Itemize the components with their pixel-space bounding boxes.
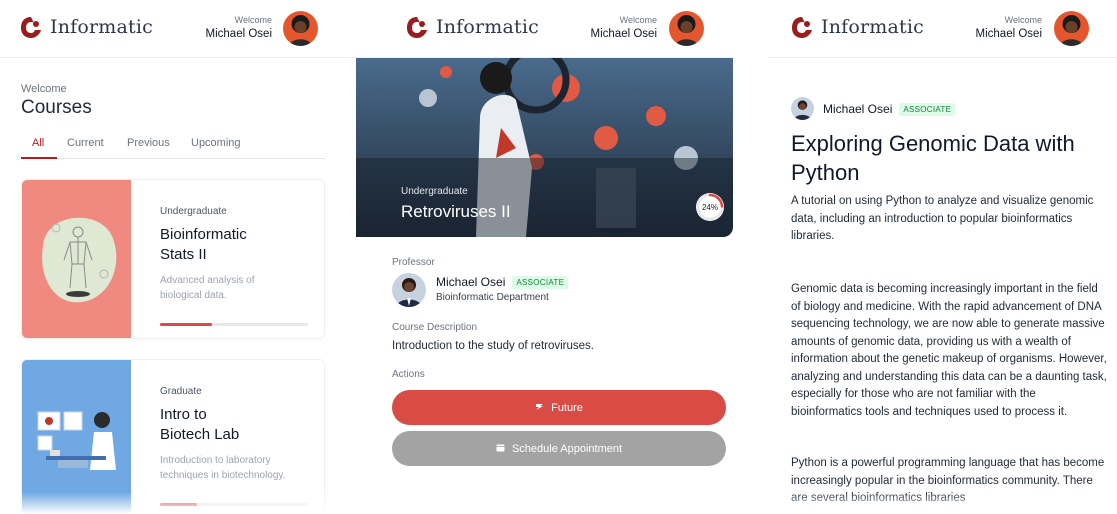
brand-name: Informatic: [821, 16, 924, 38]
brand-name: Informatic: [50, 16, 153, 38]
course-level: Undergraduate: [401, 186, 468, 197]
course-detail-screen: Informatic Welcome Michael Osei Undergra…: [348, 0, 733, 514]
avatar[interactable]: [283, 11, 318, 46]
informatic-logo-icon: [21, 17, 41, 38]
course-card-body: Graduate Intro to Biotech Lab Introducti…: [160, 386, 308, 483]
article-screen: Informatic Welcome Michael Osei Michael …: [768, 0, 1117, 514]
role-badge: ASSOCIATE: [512, 275, 569, 289]
article-title-line2: Python: [791, 160, 860, 185]
course-desc-line2: biological data.: [160, 290, 227, 301]
welcome-block: Welcome Michael Osei: [976, 15, 1042, 40]
course-progress-bar: [160, 323, 308, 326]
course-tabs: All Current Previous Upcoming: [21, 137, 325, 159]
course-title: Bioinformatic Stats II: [160, 225, 308, 265]
page-welcome: Welcome: [21, 83, 67, 95]
course-thumbnail: [22, 180, 131, 338]
professor-name-row: Michael Osei ASSOCIATE: [436, 275, 569, 289]
article-paragraph: Genomic data is becoming increasingly im…: [791, 283, 1107, 418]
course-card-body: Undergraduate Bioinformatic Stats II Adv…: [160, 206, 308, 303]
actions-label: Actions: [392, 369, 425, 380]
bottom-fade: [768, 492, 1117, 514]
author-row: Michael Osei ASSOCIATE: [823, 102, 956, 116]
schedule-appointment-button[interactable]: Schedule Appointment: [392, 431, 726, 466]
professor-avatar[interactable]: [392, 273, 426, 307]
author-name: Michael Osei: [823, 102, 893, 116]
brand[interactable]: Informatic: [791, 15, 924, 39]
course-description: Advanced analysis of biological data.: [160, 273, 308, 303]
tab-upcoming[interactable]: Upcoming: [191, 137, 241, 149]
future-button-label: Future: [551, 401, 583, 414]
app-header: Informatic Welcome Michael Osei: [768, 0, 1117, 58]
welcome-label: Welcome: [619, 15, 657, 25]
article-subtitle: A tutorial on using Python to analyze an…: [791, 195, 1094, 242]
informatic-logo-icon: [407, 17, 427, 38]
welcome-block: Welcome Michael Osei: [206, 15, 272, 40]
progress-ring: 24%: [694, 191, 726, 223]
welcome-label: Welcome: [234, 15, 272, 25]
brand[interactable]: Informatic: [20, 15, 153, 39]
course-title: Intro to Biotech Lab: [160, 405, 308, 445]
course-hero: Undergraduate Retroviruses II 24%: [356, 58, 733, 237]
calendar-icon: [496, 443, 505, 454]
course-title-line1: Bioinformatic: [160, 226, 247, 243]
course-desc-line2: techniques in biotechnology.: [160, 470, 286, 481]
professor-label: Professor: [392, 257, 435, 268]
course-title-line2: Stats II: [160, 246, 207, 263]
role-badge: ASSOCIATE: [899, 102, 956, 116]
course-title: Retroviruses II: [401, 202, 511, 221]
course-desc-line1: Introduction to laboratory: [160, 455, 271, 466]
article-title-line1: Exploring Genomic Data with: [791, 131, 1075, 156]
future-button[interactable]: Future: [392, 390, 726, 425]
professor-department: Bioinformatic Department: [436, 292, 549, 303]
course-description: Introduction to the study of retroviruse…: [392, 340, 594, 352]
user-name: Michael Osei: [590, 28, 657, 40]
avatar[interactable]: [1054, 11, 1089, 46]
course-title-line2: Biotech Lab: [160, 426, 240, 443]
bottom-fade: [348, 492, 733, 514]
professor-name: Michael Osei: [436, 275, 506, 289]
courses-screen: Informatic Welcome Michael Osei Welcome …: [0, 0, 348, 514]
course-card[interactable]: Undergraduate Bioinformatic Stats II Adv…: [21, 179, 325, 339]
active-tab-indicator: [21, 157, 57, 159]
course-desc-line1: Advanced analysis of: [160, 275, 255, 286]
app-header: Informatic Welcome Michael Osei: [348, 0, 733, 58]
course-description: Introduction to laboratory techniques in…: [160, 453, 308, 483]
brand[interactable]: Informatic: [406, 15, 539, 39]
panel-gutter-left: [733, 0, 768, 514]
welcome-block: Welcome Michael Osei: [591, 15, 657, 40]
user-name: Michael Osei: [205, 28, 272, 40]
user-name: Michael Osei: [975, 28, 1042, 40]
informatic-logo-icon: [792, 17, 812, 38]
schedule-button-label: Schedule Appointment: [511, 442, 623, 455]
article-title: Exploring Genomic Data with Python: [791, 129, 1111, 187]
page-title: Courses: [21, 97, 92, 118]
brand-name: Informatic: [436, 16, 539, 38]
course-level: Graduate: [160, 386, 202, 397]
course-title-line1: Intro to: [160, 406, 207, 423]
tab-all[interactable]: All: [32, 137, 44, 149]
avatar[interactable]: [669, 11, 704, 46]
tab-previous[interactable]: Previous: [127, 137, 170, 149]
future-icon: [535, 402, 544, 413]
welcome-label: Welcome: [1004, 15, 1042, 25]
course-card[interactable]: Graduate Intro to Biotech Lab Introducti…: [21, 359, 325, 514]
tab-current[interactable]: Current: [67, 137, 104, 149]
author-avatar[interactable]: [791, 97, 814, 120]
app-header: Informatic Welcome Michael Osei: [0, 0, 348, 58]
description-label: Course Description: [392, 322, 478, 333]
progress-ring-label: 24%: [702, 203, 718, 212]
course-thumbnail: [22, 360, 131, 514]
course-progress-fill: [160, 323, 212, 326]
bottom-fade: [0, 492, 348, 514]
course-level: Undergraduate: [160, 206, 227, 217]
